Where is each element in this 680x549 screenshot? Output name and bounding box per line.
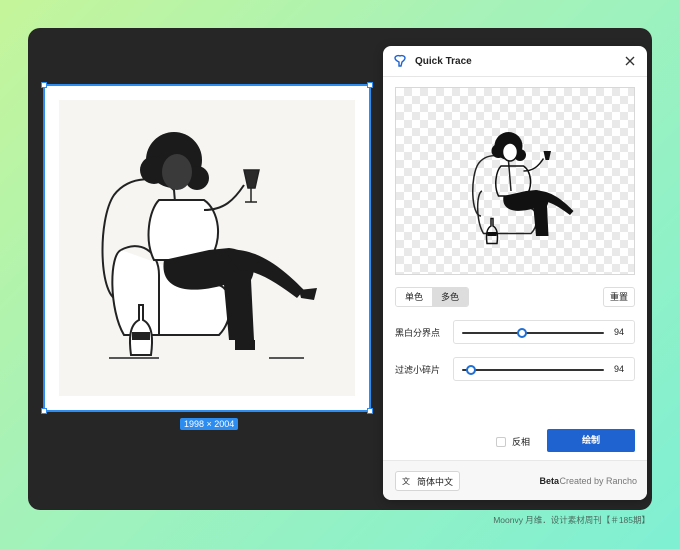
close-icon[interactable] — [623, 54, 637, 68]
illustration — [59, 100, 355, 396]
quick-trace-logo-icon — [394, 54, 406, 67]
svg-text:文: 文 — [402, 476, 410, 486]
threshold-value: 94 — [613, 327, 624, 337]
language-select[interactable]: 文 简体中文 — [395, 471, 461, 491]
selected-image[interactable] — [41, 82, 373, 414]
panel-header: Quick Trace — [383, 46, 647, 77]
draw-button[interactable]: 绘制 — [547, 429, 635, 452]
resize-handle-bottom-left[interactable] — [41, 408, 47, 414]
translate-icon: 文 — [402, 476, 410, 486]
threshold-track[interactable] — [462, 332, 604, 334]
footnote: Moonvy 月维．设计素材周刊【＃185期】 — [493, 515, 650, 525]
invert-checkbox-box[interactable] — [496, 436, 506, 447]
invert-label: 反相 — [512, 437, 531, 447]
panel-footer: 文 简体中文 Beta Created by Rancho — [383, 460, 647, 500]
dimensions-badge: 1998 × 2004 — [180, 418, 239, 430]
filter-knob[interactable] — [465, 365, 476, 375]
threshold-knob[interactable] — [516, 328, 527, 338]
threshold-label: 黑白分界点 — [395, 328, 441, 338]
panel-title: Quick Trace — [415, 55, 472, 67]
invert-checkbox[interactable]: 反相 — [496, 435, 530, 448]
threshold-slider[interactable]: 94 — [453, 320, 635, 344]
color-mode-toggle: 单色 多色 — [395, 287, 469, 307]
quick-trace-panel: Quick Trace 单色 多色 重置 黑白分界点 94 过滤小碎片 94 反… — [383, 46, 647, 500]
resize-handle-bottom-right[interactable] — [367, 408, 373, 414]
woman-armchair-illustration — [101, 132, 317, 359]
filter-value: 94 — [613, 364, 624, 374]
filter-label: 过滤小碎片 — [395, 365, 441, 375]
credit-text: Created by Rancho — [559, 476, 637, 486]
app-window: 1998 × 2004 Quick Trace 单色 多色 重置 黑白分界点 9… — [28, 28, 652, 510]
language-label: 简体中文 — [417, 476, 454, 487]
tab-multicolor[interactable]: 多色 — [432, 288, 468, 306]
reset-button[interactable]: 重置 — [603, 287, 635, 307]
resize-handle-top-right[interactable] — [367, 82, 373, 88]
beta-badge: Beta — [539, 476, 559, 486]
tab-mono[interactable]: 单色 — [396, 288, 432, 306]
filter-track[interactable] — [462, 369, 604, 371]
canvas-area: 1998 × 2004 — [28, 28, 382, 510]
preview-illustration — [472, 132, 574, 245]
resize-handle-top-left[interactable] — [41, 82, 47, 88]
trace-preview — [395, 87, 635, 275]
filter-slider[interactable]: 94 — [453, 357, 635, 381]
